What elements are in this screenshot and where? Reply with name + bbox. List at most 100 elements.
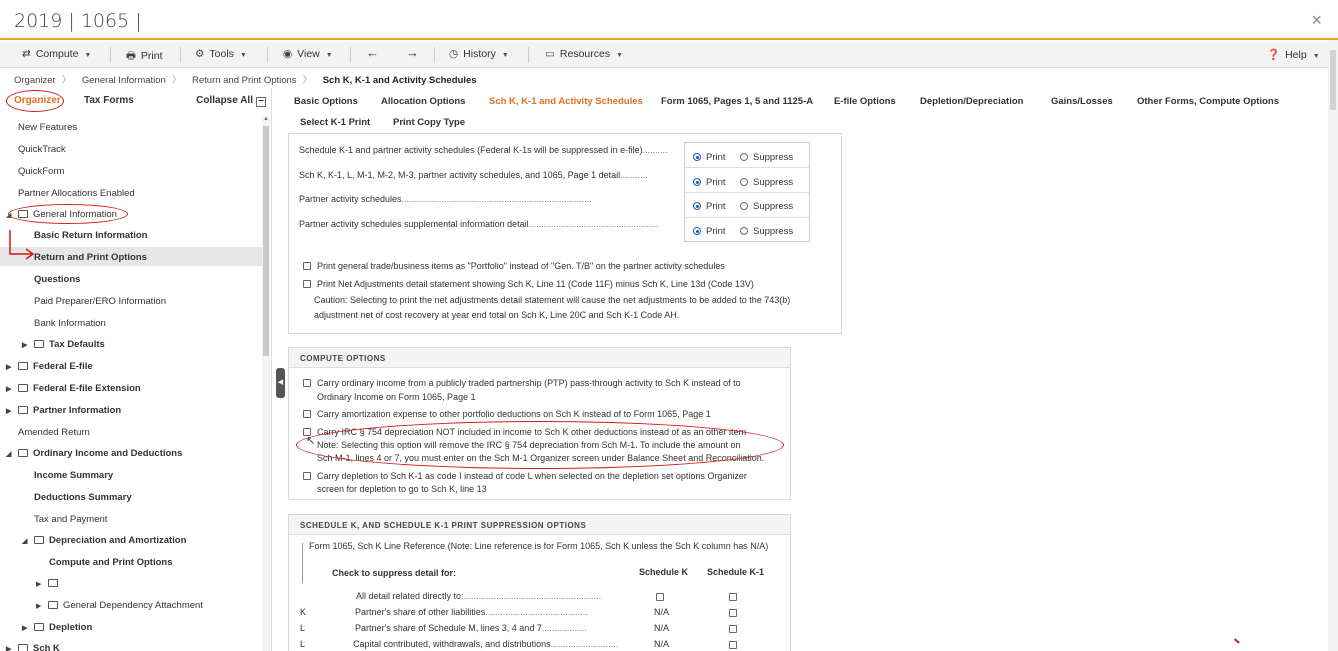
folder-icon [34,623,44,631]
view-button[interactable]: ◉ View ▼ [283,48,333,60]
tree-item[interactable]: Questions [34,274,80,294]
print-row-label: Partner activity schedules supplemental … [299,219,659,229]
tab-form-1065-pages[interactable]: Form 1065, Pages 1, 5 and 1125-A [661,96,813,107]
radio-suppress[interactable]: Suppress [740,152,793,163]
tab-sch-k-k1-activity[interactable]: Sch K, K-1 and Activity Schedules [489,96,643,107]
breadcrumb-item[interactable]: Return and Print Options [192,75,297,86]
radio-print[interactable]: Print [693,177,726,188]
tree-folder[interactable]: ▶ Partner Information [6,405,121,425]
tree-item[interactable]: Bank Information [34,318,106,338]
tab-print-copy-type[interactable]: Print Copy Type [393,117,465,128]
suppress-row-label: All detail related directly to:.........… [356,591,602,601]
tree-item[interactable]: Income Summary [34,470,113,490]
radio-print[interactable]: Print [693,152,726,163]
tree-item[interactable]: Amended Return [18,427,90,447]
ptp-text: Ordinary Income on Form 1065, Page 1 [317,392,476,402]
tree-item[interactable]: Paid Preparer/ERO Information [34,296,166,316]
tree-folder[interactable]: ◢ Depreciation and Amortization [22,535,186,555]
radio-suppress[interactable]: Suppress [740,177,793,188]
chevron-down-icon: ▼ [239,52,247,59]
forward-arrow-icon[interactable]: → [406,45,419,60]
line-ref: L [300,639,306,649]
radio-suppress[interactable]: Suppress [740,226,793,237]
tab-select-k1-print[interactable]: Select K-1 Print [300,117,370,128]
suppress-row-label: Partner's share of other liabilities....… [355,607,588,617]
tree-folder[interactable]: ▶ Federal E-file Extension [6,383,141,403]
compute-options-panel: COMPUTE OPTIONS Carry ordinary income fr… [288,347,791,500]
scroll-up-icon[interactable]: ▲ [263,116,269,122]
tree-folder[interactable]: ▶ Depletion [22,622,92,642]
chevron-down-icon: ▼ [501,52,509,59]
suppress-row-label: Capital contributed, withdrawals, and di… [353,639,619,649]
close-icon[interactable]: × [1311,10,1322,31]
tree-folder[interactable]: ▶ Sch K [6,643,60,651]
tree-item[interactable]: Compute and Print Options [49,557,173,577]
collapse-all-button[interactable]: Collapse All − [196,95,266,107]
annotation-circle [6,90,64,112]
annotation-arrow [9,230,35,260]
resources-button[interactable]: ▭ Resources ▼ [545,48,623,60]
line-ref: K [300,607,307,617]
caret-right-icon: ▶ [22,625,28,632]
column-schedule-k1: Schedule K-1 [707,567,765,577]
print-button[interactable]: 🖶 Print [126,48,163,66]
window-title: 2019 | 1065 | [14,10,142,32]
tab-depletion-depreciation[interactable]: Depletion/Depreciation [920,96,1023,107]
organizer-pane: Organizer Tax Forms Collapse All − New Fe… [0,88,272,651]
net-adjustments-checkbox[interactable]: Print Net Adjustments detail statement s… [303,278,754,291]
folder-icon [34,340,44,348]
tree-item[interactable]: QuickTrack [18,144,66,164]
radio-print[interactable]: Print [693,201,726,212]
compute-icon: ⇄ [22,48,31,60]
pane-splitter[interactable]: ◀ [276,368,285,398]
tree-item-selected[interactable]: Return and Print Options [0,247,262,266]
back-arrow-icon[interactable]: ← [366,45,379,60]
schedule-k1-checkbox[interactable] [729,640,743,651]
tab-basic-options[interactable]: Basic Options [294,96,358,107]
ptp-checkbox[interactable]: Carry ordinary income from a publicly tr… [303,377,741,390]
tree-folder[interactable]: ◢ Ordinary Income and Deductions [6,448,182,468]
tab-other-forms[interactable]: Other Forms, Compute Options [1137,96,1279,107]
scrollbar-thumb[interactable] [263,126,269,356]
tree-item[interactable]: New Features [18,122,77,142]
scrollbar-thumb[interactable] [1330,50,1336,110]
amortization-checkbox[interactable]: Carry amortization expense to other port… [303,408,711,421]
folder-icon: ▭ [545,48,555,60]
schedule-k1-checkbox[interactable] [729,608,743,619]
tab-tax-forms[interactable]: Tax Forms [84,95,134,106]
tab-allocation-options[interactable]: Allocation Options [381,96,465,107]
breadcrumb-item[interactable]: Organizer [14,75,56,86]
tree-item[interactable]: Tax and Payment [34,514,107,534]
main-scrollbar[interactable] [1328,40,1338,651]
tree-folder[interactable]: ▶ General Dependency Attachment [36,600,203,620]
caret-right-icon: ▶ [6,364,12,371]
tree-folder[interactable]: ▶ Federal E-file [6,361,93,381]
tab-efile-options[interactable]: E-file Options [834,96,896,107]
schedule-k1-checkbox[interactable] [729,592,743,603]
radio-print[interactable]: Print [693,226,726,237]
print-row-label: Partner activity schedules..............… [299,194,592,204]
tree-folder[interactable]: ▶ Tax Defaults [22,339,105,359]
tree-item[interactable]: QuickForm [18,166,64,186]
compute-button[interactable]: ⇄ Compute ▼ [22,48,91,60]
tools-button[interactable]: ⚙ Tools ▼ [195,48,247,60]
tree-scrollbar[interactable]: ▲ [262,116,270,651]
minus-icon: − [256,97,266,107]
history-button[interactable]: ◷ History ▼ [449,48,509,60]
depletion-checkbox[interactable]: Carry depletion to Sch K-1 as code I ins… [303,470,747,483]
radio-suppress[interactable]: Suppress [740,201,793,212]
portfolio-checkbox[interactable]: Print general trade/business items as "P… [303,260,725,273]
tab-gains-losses[interactable]: Gains/Losses [1051,96,1113,107]
print-row-label: Schedule K-1 and partner activity schedu… [299,145,668,155]
caret-right-icon: ▶ [36,581,42,588]
depletion-text: screen for depletion to go to Sch K, lin… [317,484,487,494]
breadcrumb-item[interactable]: General Information [82,75,166,86]
printer-icon: 🖶 [126,50,136,62]
schedule-k-checkbox[interactable] [656,592,670,603]
help-button[interactable]: ❓ Help ▼ [1267,48,1320,61]
tree-folder[interactable]: ▶ [36,578,63,598]
schedule-k1-checkbox[interactable] [729,624,743,635]
tree-item[interactable]: Deductions Summary [34,492,132,512]
line-ref: L [300,623,306,633]
annotation-mark [1234,638,1240,644]
